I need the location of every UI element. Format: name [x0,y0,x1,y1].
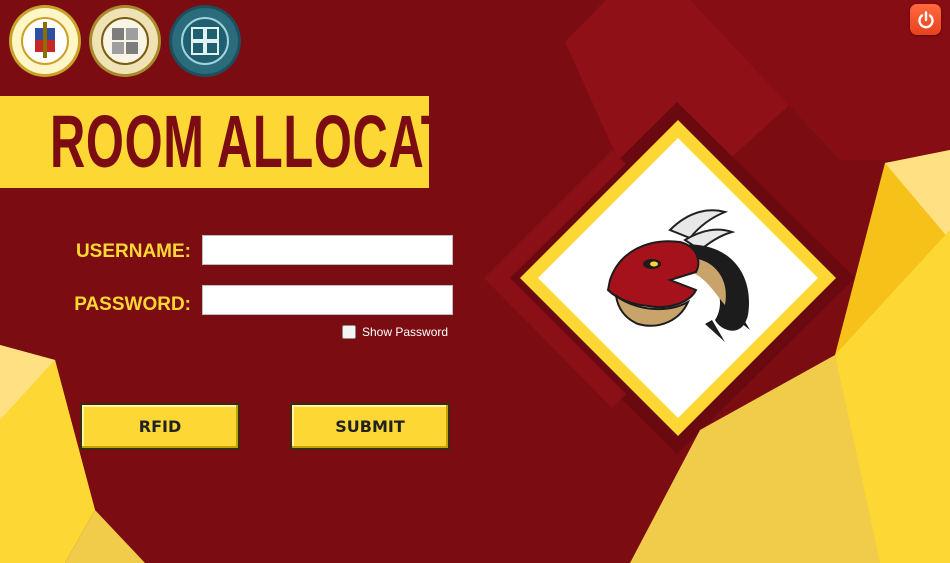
show-password-toggle[interactable]: Show Password [342,325,448,339]
username-input[interactable] [202,235,453,265]
dragon-emblem [520,120,836,436]
password-input[interactable] [202,285,453,315]
show-password-checkbox[interactable] [342,325,356,339]
username-label: USERNAME: [75,241,191,262]
app-title: ROOM ALLOCATOR [50,100,525,183]
show-password-label: Show Password [362,325,449,339]
password-label: PASSWORD: [74,294,191,315]
university-seal-logo [9,5,81,77]
rfid-button[interactable]: RFID [80,403,240,450]
computer-engineering-seal-logo [169,5,241,77]
submit-button[interactable]: SUBMIT [290,403,450,450]
power-button[interactable] [910,4,941,35]
power-icon [917,10,934,28]
logo-row [8,4,242,78]
engineering-college-seal-logo [89,5,161,77]
